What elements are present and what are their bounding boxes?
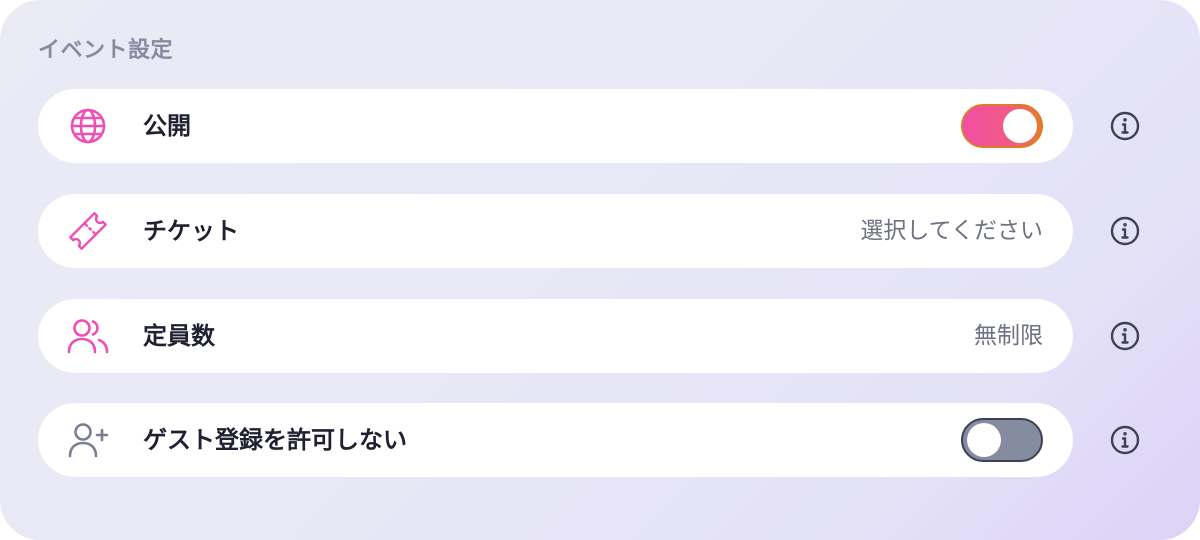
public-toggle[interactable] [961, 104, 1043, 148]
setting-label: 定員数 [143, 322, 215, 350]
setting-label: ゲスト登録を許可しない [143, 426, 407, 454]
setting-label: チケット [143, 217, 239, 245]
info-icon[interactable] [1108, 109, 1142, 143]
setting-row-capacity[interactable]: 定員数 無制限 [38, 299, 1073, 373]
users-icon [66, 314, 110, 358]
user-plus-icon [66, 418, 110, 462]
info-icon[interactable] [1108, 423, 1142, 457]
ticket-icon [66, 209, 110, 253]
toggle-knob [1003, 109, 1037, 143]
guest-registration-toggle[interactable] [961, 418, 1043, 462]
ticket-select-value[interactable]: 選択してください [860, 194, 1043, 268]
info-icon[interactable] [1108, 319, 1142, 353]
event-settings-panel: イベント設定 公開 チケット 選択してください 定員数 無制限 ゲスト登録を許可… [0, 0, 1200, 540]
setting-row-public[interactable]: 公開 [38, 89, 1073, 163]
section-title: イベント設定 [38, 38, 174, 63]
globe-icon [66, 104, 110, 148]
toggle-knob [967, 423, 1001, 457]
setting-label: 公開 [143, 112, 191, 140]
capacity-select-value[interactable]: 無制限 [974, 299, 1043, 373]
info-icon[interactable] [1108, 214, 1142, 248]
setting-row-ticket[interactable]: チケット 選択してください [38, 194, 1073, 268]
setting-row-guest-registration[interactable]: ゲスト登録を許可しない [38, 403, 1073, 477]
